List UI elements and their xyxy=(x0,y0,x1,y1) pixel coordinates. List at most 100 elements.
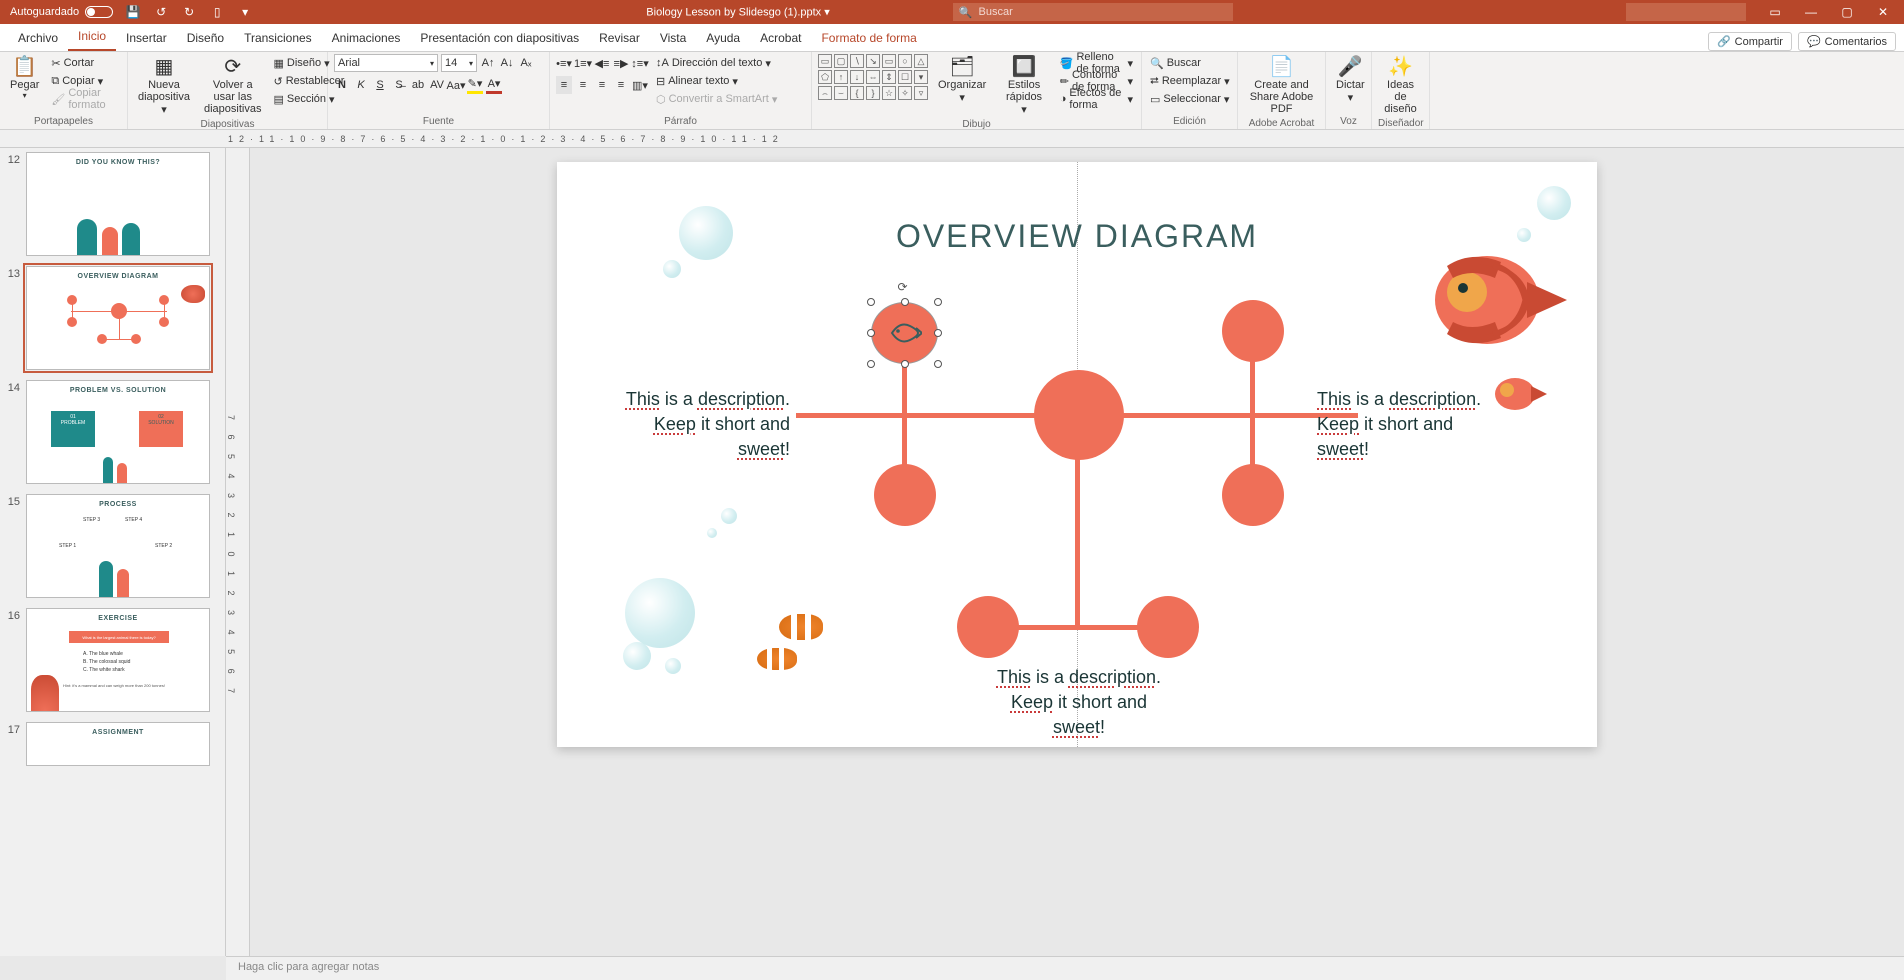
shape-effects-button[interactable]: ◑Efectos de forma ▾ xyxy=(1058,90,1135,108)
diagram-circle[interactable] xyxy=(1137,596,1199,658)
diagram-center-circle[interactable] xyxy=(1034,370,1124,460)
diagram-circle[interactable] xyxy=(1222,300,1284,362)
shadow-icon[interactable]: ab xyxy=(410,76,426,94)
ribbon-display-options-icon[interactable]: ▭ xyxy=(1758,0,1792,24)
font-name-dropdown[interactable]: Arial▾ xyxy=(334,54,438,72)
tab-insert[interactable]: Insertar xyxy=(116,25,177,51)
numbering-icon[interactable]: 1≡▾ xyxy=(575,54,591,72)
text-direction-icon: ↕A xyxy=(656,57,669,69)
dec-indent-icon[interactable]: ◀≡ xyxy=(594,54,610,72)
thumb-14[interactable]: 14 PROBLEM VS. SOLUTION 01PROBLEM 02SOLU… xyxy=(4,380,221,484)
tab-transitions[interactable]: Transiciones xyxy=(234,25,322,51)
justify-icon[interactable]: ≡ xyxy=(613,76,629,94)
thumb-17[interactable]: 17 ASSIGNMENT xyxy=(4,722,221,766)
save-icon[interactable]: 💾 xyxy=(125,4,141,20)
user-account[interactable] xyxy=(1626,3,1746,21)
highlight-icon[interactable]: ✎▾ xyxy=(467,76,483,94)
tab-shape-format[interactable]: Formato de forma xyxy=(811,25,926,51)
redo-icon[interactable]: ↻ xyxy=(181,4,197,20)
find-button[interactable]: 🔍Buscar xyxy=(1148,54,1232,72)
increase-font-icon[interactable]: A↑ xyxy=(480,54,496,72)
select-icon: ▭ xyxy=(1150,93,1160,106)
line-spacing-icon[interactable]: ↕≡▾ xyxy=(632,54,648,72)
diagram-description-bottom[interactable]: This is a description. Keep it short and… xyxy=(987,665,1171,741)
minimize-icon[interactable]: — xyxy=(1794,0,1828,24)
underline-icon[interactable]: S xyxy=(372,76,388,94)
notes-pane[interactable]: Haga clic para agregar notas xyxy=(226,956,1904,980)
tab-design[interactable]: Diseño xyxy=(177,25,234,51)
tab-file[interactable]: Archivo xyxy=(8,25,68,51)
tab-slideshow[interactable]: Presentación con diapositivas xyxy=(410,25,589,51)
tab-acrobat[interactable]: Acrobat xyxy=(750,25,811,51)
decrease-font-icon[interactable]: A↓ xyxy=(499,54,515,72)
paste-icon: 📋 xyxy=(12,56,37,78)
diagram-circle[interactable] xyxy=(957,596,1019,658)
tab-help[interactable]: Ayuda xyxy=(696,25,750,51)
select-button[interactable]: ▭Seleccionar ▾ xyxy=(1148,90,1232,108)
tab-view[interactable]: Vista xyxy=(650,25,696,51)
diagram-circle[interactable] xyxy=(874,464,936,526)
slide-editor[interactable]: OVERVIEW DIAGRAM xyxy=(557,162,1597,747)
shape-gallery[interactable]: ▭▢∖↘▭○△ ⬠↑↓⇔⇕☐▾ ⌢⌣{}☆✧▿ xyxy=(818,54,928,100)
share-icon: 🔗 xyxy=(1717,35,1731,48)
thumb-12[interactable]: 12 DID YOU KNOW THIS? xyxy=(4,152,221,256)
cut-button[interactable]: ✂Cortar xyxy=(49,54,121,72)
rotation-handle-icon[interactable]: ⟳ xyxy=(898,280,912,294)
font-color-icon[interactable]: A▾ xyxy=(486,76,502,94)
comments-button[interactable]: 💬Comentarios xyxy=(1798,32,1896,51)
diagram-description-left[interactable]: This is a description. Keep it short and… xyxy=(612,387,790,463)
qa-more-icon[interactable]: ▾ xyxy=(237,4,253,20)
smartart-button[interactable]: ⬡Convertir a SmartArt ▾ xyxy=(654,90,779,108)
thumb-13[interactable]: 13 OVERVIEW DIAGRAM xyxy=(4,266,221,370)
quick-styles-button[interactable]: 🔲Estilos rápidos▾ xyxy=(996,54,1051,118)
dictate-button[interactable]: 🎤Dictar▾ xyxy=(1332,54,1369,106)
align-center-icon[interactable]: ≡ xyxy=(575,76,591,94)
search-bar[interactable]: 🔍 Buscar xyxy=(953,3,1233,21)
text-direction-button[interactable]: ↕ADirección del texto ▾ xyxy=(654,54,779,72)
autosave-label: Autoguardado xyxy=(10,6,79,18)
spacing-icon[interactable]: AV xyxy=(429,76,445,94)
start-from-beginning-icon[interactable]: ▯ xyxy=(209,4,225,20)
clear-format-icon[interactable]: Aₓ xyxy=(518,54,534,72)
arrange-button[interactable]: 🗂Organizar▾ xyxy=(934,54,990,106)
diagram-description-right[interactable]: This is a description. Keep it short and… xyxy=(1317,387,1495,463)
slide-thumbnail-panel[interactable]: 12 DID YOU KNOW THIS? 13 OVERVIEW DIAGRA… xyxy=(0,148,226,956)
columns-icon[interactable]: ▥▾ xyxy=(632,76,648,94)
strike-icon[interactable]: S̶ xyxy=(391,76,407,94)
design-ideas-button[interactable]: ✨Ideas de diseño xyxy=(1378,54,1423,117)
bullets-icon[interactable]: •≡▾ xyxy=(556,54,572,72)
undo-icon[interactable]: ↺ xyxy=(153,4,169,20)
format-painter-button[interactable]: 🖌Copiar formato xyxy=(49,90,121,108)
autosave-toggle[interactable]: Autoguardado xyxy=(10,6,113,18)
fish-small-icon xyxy=(1487,372,1547,416)
thumb-15[interactable]: 15 PROCESS STEP 3 STEP 4 STEP 1 STEP 2 xyxy=(4,494,221,598)
thumb-16[interactable]: 16 EXERCISE What is the largest animal t… xyxy=(4,608,221,712)
toggle-switch-icon[interactable] xyxy=(85,6,113,18)
selected-shape[interactable]: ⟳ xyxy=(871,302,938,364)
styles-icon: 🔲 xyxy=(1012,56,1037,78)
align-text-button[interactable]: ⊟Alinear texto ▾ xyxy=(654,72,779,90)
paste-button[interactable]: 📋Pegar▾ xyxy=(6,54,43,103)
replace-button[interactable]: ⮂Reemplazar ▾ xyxy=(1148,72,1232,90)
reuse-slides-button[interactable]: ⟳Volver a usar las diapositivas xyxy=(200,54,265,117)
tab-review[interactable]: Revisar xyxy=(589,25,650,51)
align-left-icon[interactable]: ≡ xyxy=(556,76,572,94)
inc-indent-icon[interactable]: ≡▶ xyxy=(613,54,629,72)
create-pdf-button[interactable]: 📄Create and Share Adobe PDF xyxy=(1244,54,1319,117)
italic-icon[interactable]: K xyxy=(353,76,369,94)
align-right-icon[interactable]: ≡ xyxy=(594,76,610,94)
close-icon[interactable]: ✕ xyxy=(1866,0,1900,24)
new-slide-button[interactable]: ▦Nueva diapositiva▾ xyxy=(134,54,194,118)
bold-icon[interactable]: N xyxy=(334,76,350,94)
canvas-area[interactable]: OVERVIEW DIAGRAM xyxy=(250,148,1904,956)
maximize-icon[interactable]: ▢ xyxy=(1830,0,1864,24)
arrange-icon: 🗂 xyxy=(949,56,974,78)
tab-animations[interactable]: Animaciones xyxy=(322,25,411,51)
slide-title[interactable]: OVERVIEW DIAGRAM xyxy=(896,218,1258,255)
share-button[interactable]: 🔗Compartir xyxy=(1708,32,1792,51)
diagram-circle[interactable] xyxy=(1222,464,1284,526)
group-editing: 🔍Buscar ⮂Reemplazar ▾ ▭Seleccionar ▾ Edi… xyxy=(1142,52,1238,129)
tab-home[interactable]: Inicio xyxy=(68,23,116,51)
case-icon[interactable]: Aa▾ xyxy=(448,76,464,94)
font-size-dropdown[interactable]: 14▾ xyxy=(441,54,477,72)
